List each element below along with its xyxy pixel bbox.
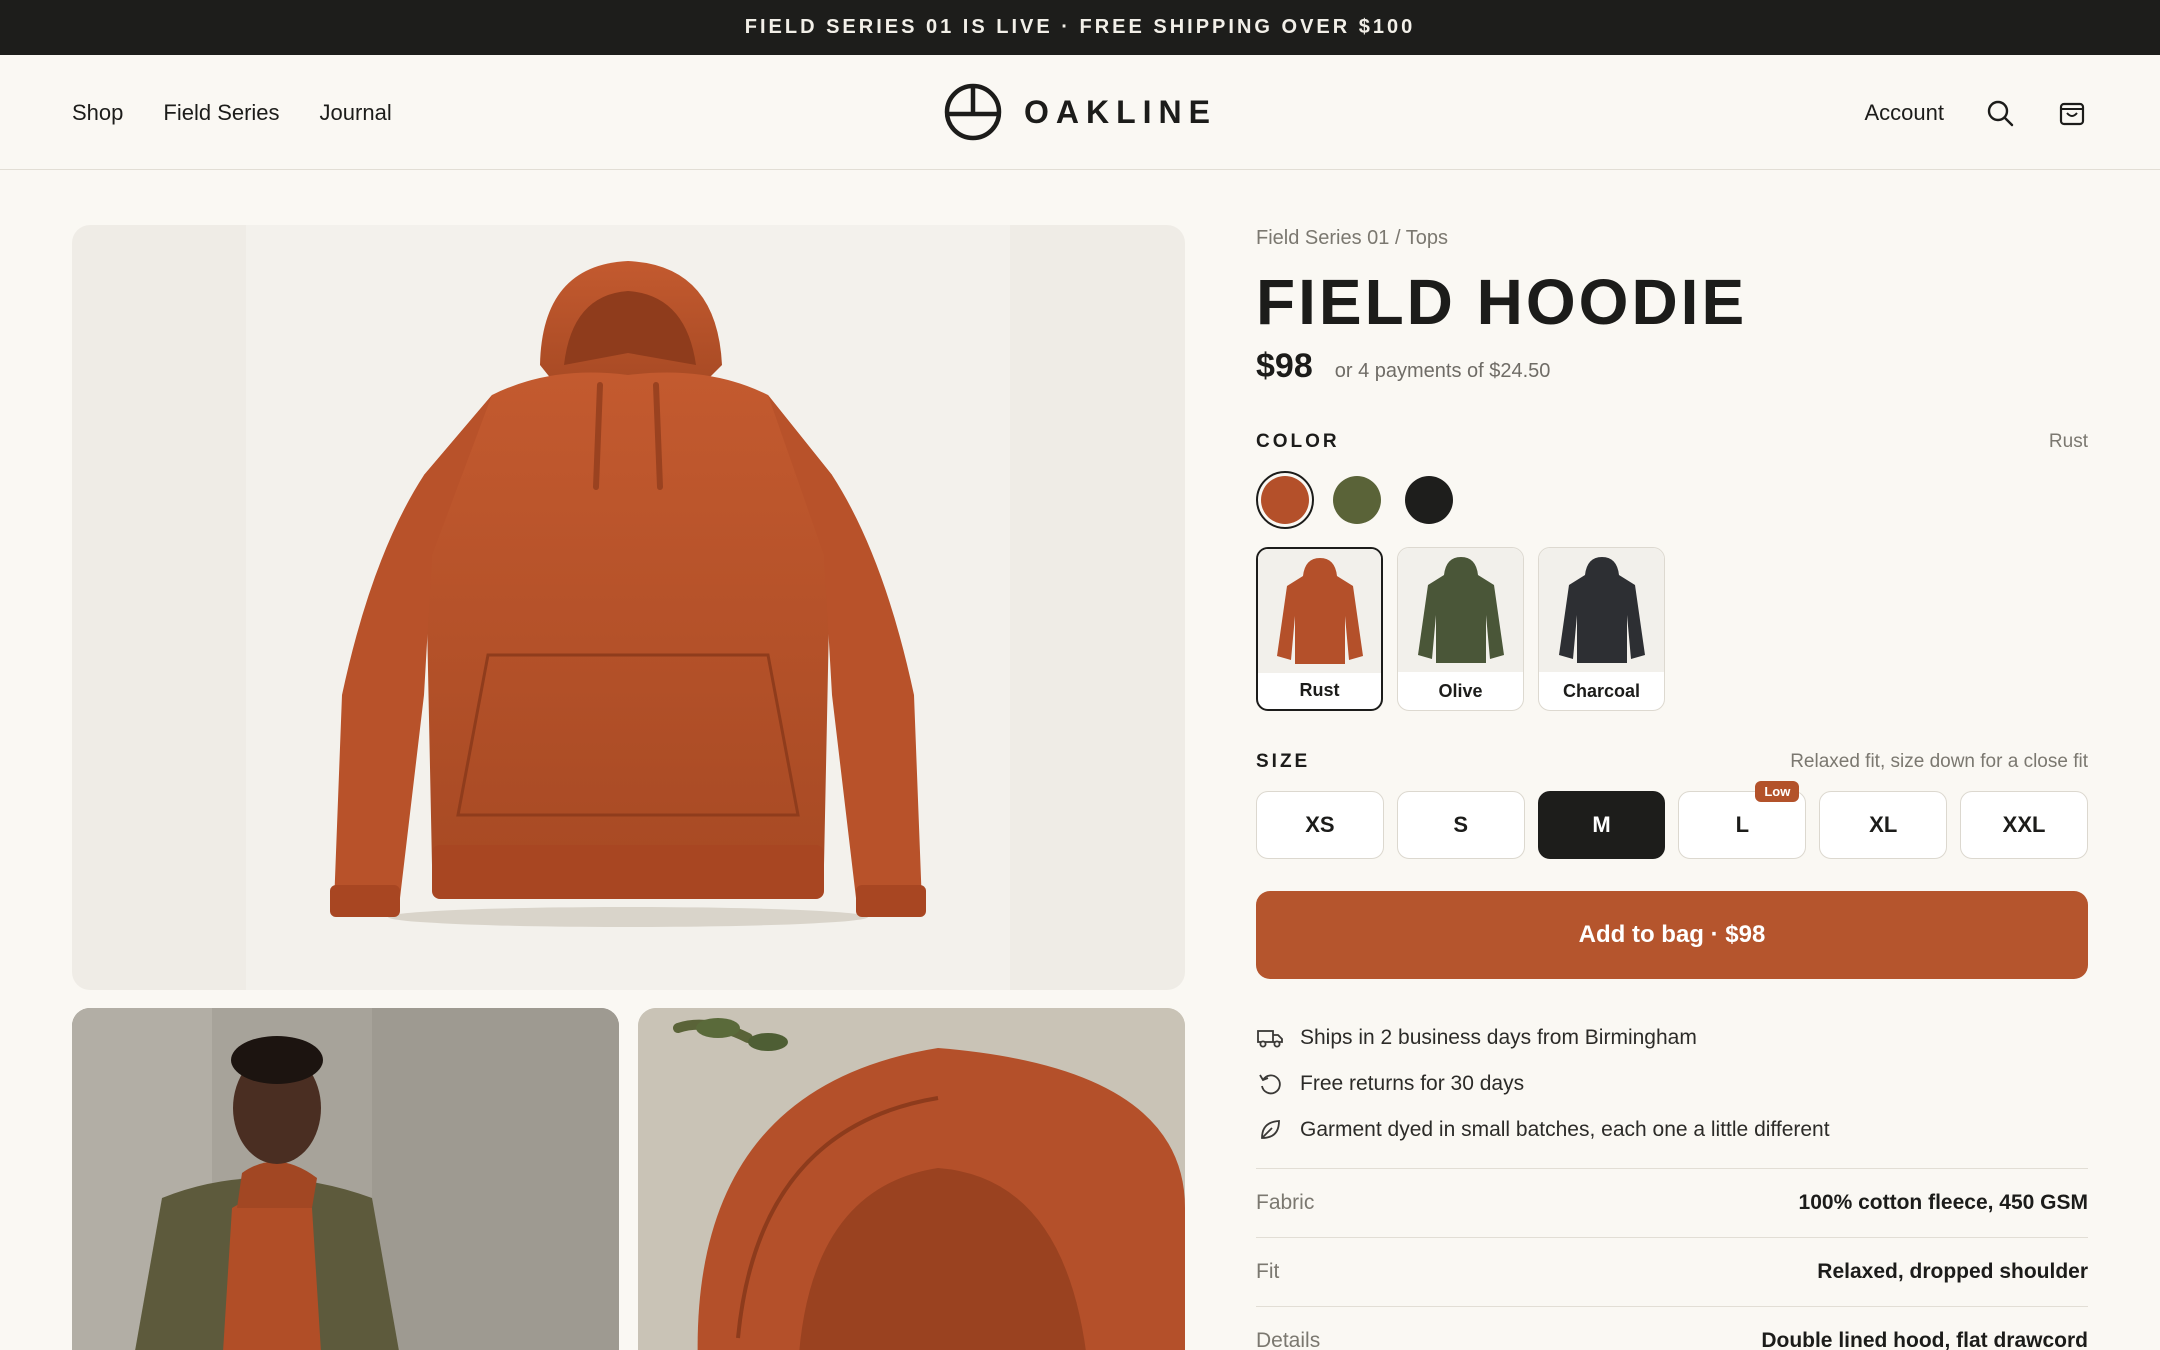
logo-mark-icon [944, 83, 1002, 141]
price-row: $98 or 4 payments of $24.50 [1256, 347, 1550, 386]
perk-item: Ships in 2 business days from Birmingham [1256, 1015, 1830, 1061]
size-option-s[interactable]: S [1396, 791, 1525, 859]
swatch-rust[interactable] [1256, 471, 1314, 529]
selected-color-value: Rust [2048, 431, 2088, 452]
color-card-image [1258, 549, 1381, 673]
hoodie-illustration [330, 261, 926, 927]
add-to-bag-button[interactable]: Add to bag · $98 [1256, 891, 2088, 979]
hood-detail-illustration [638, 1008, 1185, 1350]
color-card-label: Olive [1438, 681, 1483, 701]
color-swatches [1256, 471, 1458, 529]
nav-link-shop[interactable]: Shop [72, 100, 123, 126]
color-card-image [1398, 548, 1523, 672]
swatch-olive[interactable] [1328, 471, 1386, 529]
product-price: $98 [1256, 347, 1313, 385]
perk-text: Free returns for 30 days [1300, 1072, 1525, 1095]
size-option-xxl[interactable]: XXL [1960, 791, 2088, 859]
spec-value: 100% cotton fleece, 450 GSM [1798, 1191, 2088, 1214]
announcement-text: FIELD SERIES 01 IS LIVE · FREE SHIPPING … [744, 16, 1416, 38]
search-icon[interactable] [1984, 97, 2016, 129]
returns-icon [1256, 1070, 1284, 1098]
announcement-bar: FIELD SERIES 01 IS LIVE · FREE SHIPPING … [0, 0, 2160, 55]
product-title: FIELD HOODIE [1256, 266, 1748, 338]
truck-icon [1256, 1024, 1284, 1052]
size-option-xl[interactable]: XL [1819, 791, 1948, 859]
size-option-l[interactable]: L Low [1678, 781, 1807, 859]
color-card-charcoal[interactable]: Charcoal [1538, 547, 1665, 711]
swatch-charcoal[interactable] [1400, 471, 1458, 529]
spec-key: Fabric [1256, 1191, 1315, 1214]
perk-text: Garment dyed in small batches, each one … [1300, 1118, 1830, 1141]
color-card-label: Charcoal [1562, 681, 1641, 701]
color-cards: Rust Olive Charcoal [1256, 547, 1665, 711]
brand-wordmark: OAKLINE [1024, 93, 1217, 130]
size-option-label: L [1735, 812, 1750, 837]
spec-key: Fit [1256, 1260, 1280, 1283]
product-detail-image[interactable] [638, 1008, 1185, 1350]
model-illustration [72, 1008, 619, 1350]
low-stock-badge: Low [1755, 781, 1800, 802]
installments-text: or 4 payments of $24.50 [1334, 360, 1551, 382]
size-hint: Relaxed fit, size down for a close fit [1790, 751, 2088, 772]
specs-table: Fabric 100% cotton fleece, 450 GSM Fit R… [1256, 1168, 2088, 1350]
nav-link-journal[interactable]: Journal [320, 100, 392, 126]
primary-nav: Shop Field Series Journal [72, 55, 392, 170]
perk-text: Ships in 2 business days from Birmingham [1300, 1026, 1697, 1049]
brand-logo[interactable]: OAKLINE [944, 83, 1217, 141]
size-label: SIZE [1256, 751, 1311, 772]
color-card-image [1539, 548, 1664, 672]
perks-list: Ships in 2 business days from Birmingham… [1256, 1015, 1830, 1153]
perk-item: Garment dyed in small batches, each one … [1256, 1107, 1830, 1153]
spec-value: Double lined hood, flat drawcord [1761, 1329, 2088, 1350]
perk-item: Free returns for 30 days [1256, 1061, 1830, 1107]
spec-row: Fabric 100% cotton fleece, 450 GSM [1256, 1168, 2088, 1237]
product-main-image[interactable] [72, 225, 1185, 990]
color-label: COLOR [1256, 431, 1340, 452]
product-lifestyle-image[interactable] [72, 1008, 619, 1350]
color-card-olive[interactable]: Olive [1397, 547, 1524, 711]
breadcrumb[interactable]: Field Series 01 / Tops [1256, 227, 1448, 250]
spec-row: Fit Relaxed, dropped shoulder [1256, 1237, 2088, 1306]
spec-row: Details Double lined hood, flat drawcord [1256, 1306, 2088, 1350]
nav-link-field-series[interactable]: Field Series [163, 100, 279, 126]
leaf-icon [1256, 1116, 1284, 1144]
spec-value: Relaxed, dropped shoulder [1817, 1260, 2088, 1283]
shopping-bag-icon[interactable] [2056, 97, 2088, 129]
site-header: Shop Field Series Journal OAKLINE Accoun… [0, 55, 2160, 170]
size-selector: XS S M L Low XL XXL [1256, 781, 2088, 859]
spec-key: Details [1256, 1329, 1321, 1350]
color-card-label: Rust [1299, 680, 1340, 700]
size-option-m[interactable]: M [1537, 791, 1666, 859]
color-card-rust[interactable]: Rust [1256, 547, 1383, 711]
size-option-xs[interactable]: XS [1256, 791, 1384, 859]
utility-nav: Account [1865, 55, 2089, 170]
account-link[interactable]: Account [1865, 100, 1945, 126]
